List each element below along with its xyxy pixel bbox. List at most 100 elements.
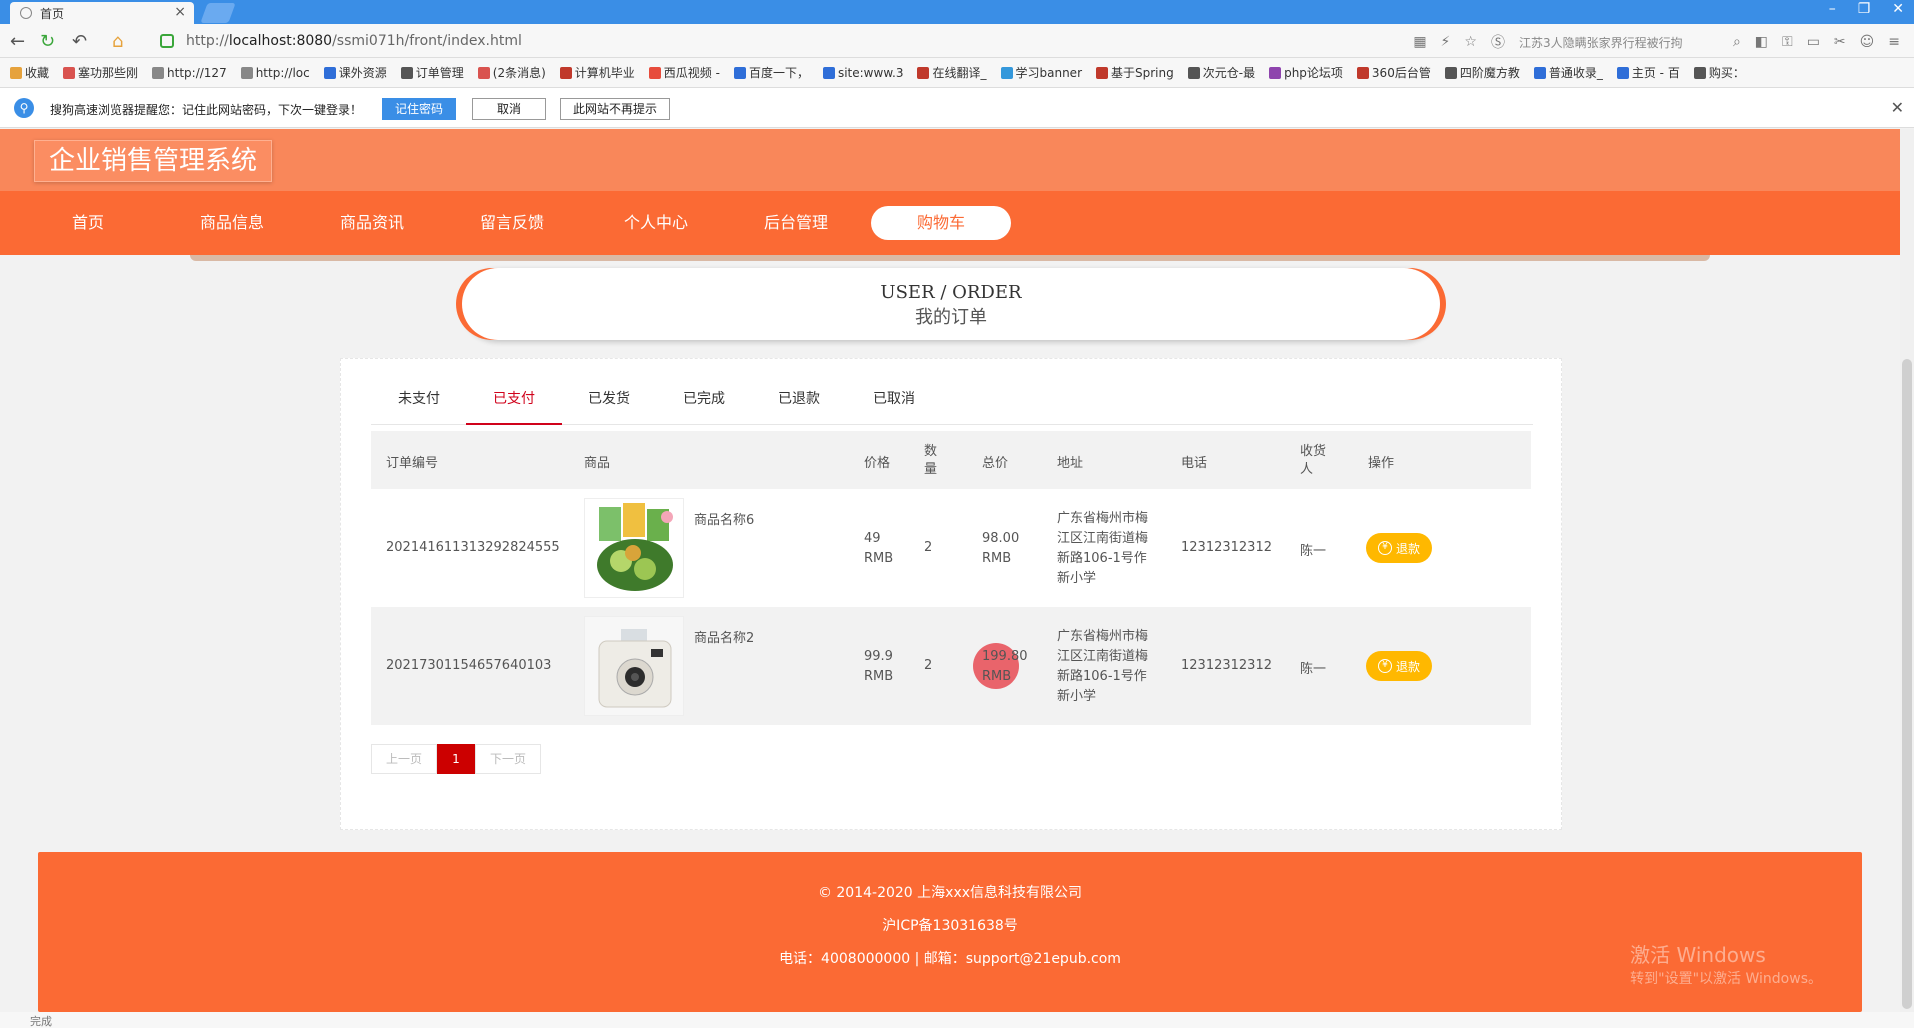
emoji-icon[interactable]: ☺ [1860,34,1875,50]
password-bar-text: 搜狗高速浏览器提醒您：记住此网站密码，下次一键登录！ [50,103,363,117]
bookmark-item[interactable]: 四阶魔方教 [1444,64,1520,81]
menu-icon[interactable]: ≡ [1888,34,1900,50]
prev-page-button[interactable]: 上一页 [371,744,437,774]
browser-tab[interactable]: 首页 × [10,2,194,24]
nav-item[interactable]: 商品信息 [182,191,282,255]
product-name[interactable]: 商品名称6 [694,509,754,528]
header-address: 地址 [1057,456,1084,471]
search-engine-icon[interactable]: Ⓢ [1491,32,1505,52]
bookmark-item[interactable]: (2条消息) [477,64,546,81]
order-tab[interactable]: 已支付 [466,373,562,425]
star-icon[interactable]: ☆ [1464,34,1477,50]
product-image-snack[interactable] [584,498,684,598]
bookmark-item[interactable]: 百度一下， [733,64,809,81]
bookmark-item[interactable]: 收藏 [10,64,49,81]
nav-item[interactable]: 商品资讯 [322,191,422,255]
remember-password-button[interactable]: 记住密码 [382,98,456,120]
order-tab[interactable]: 已完成 [656,373,752,425]
bookmark-icon [1000,66,1013,79]
nav-item[interactable]: 购物车 [871,206,1011,240]
bookmark-item[interactable]: 塞功那些刚 [63,64,138,81]
back-icon[interactable]: ← [10,31,25,52]
bookmark-item[interactable]: 次元仓-最 [1187,64,1255,81]
scroll-thumb[interactable] [1902,359,1912,1009]
total-price: 98.00 RMB [982,531,1020,566]
order-tab[interactable]: 已退款 [751,373,847,425]
phone: 12312312312 [1181,658,1272,673]
new-tab-button[interactable] [200,3,236,23]
bookmark-icon [822,66,835,79]
nav-item[interactable]: 留言反馈 [462,191,562,255]
refund-button[interactable]: ¥ 退款 [1366,533,1432,563]
secure-shield-icon [160,34,174,48]
page-1-button[interactable]: 1 [437,744,475,774]
close-tab-icon[interactable]: × [174,4,186,20]
home-icon[interactable]: ⌂ [112,31,123,52]
undo-icon[interactable]: ↶ [72,31,87,52]
price: 99.9 RMB [864,649,894,684]
copyright-text: © 2014-2020 上海xxx信息科技有限公司 [817,885,1083,901]
close-icon[interactable]: ✕ [1891,98,1904,117]
search-input[interactable]: 江苏3人隐瞒张家界行程被行拘 [1519,34,1719,51]
refund-button[interactable]: ¥ 退款 [1366,651,1432,681]
extension-icon[interactable]: ◧ [1755,34,1768,50]
page-icon [20,7,32,19]
status-text: 完成 [30,1015,52,1028]
bookmark-item[interactable]: 主页 - 百 [1616,64,1680,81]
minimize-icon[interactable]: – [1829,1,1836,17]
header-qty: 数量 [924,444,938,477]
quantity: 2 [924,658,933,673]
restore-icon[interactable]: ❐ [1858,1,1871,17]
bookmark-item[interactable]: 购买： [1693,64,1745,81]
bookmark-item[interactable]: 360后台管 [1356,64,1431,81]
product-image-camera[interactable] [584,616,684,716]
next-page-button[interactable]: 下一页 [475,744,541,774]
bookmark-item[interactable]: 西瓜视频 - [648,64,720,81]
page-scrollbar[interactable] [1900,129,1914,1012]
order-tab[interactable]: 未支付 [371,373,467,425]
bookmark-item[interactable]: 课外资源 [323,64,387,81]
nav-item[interactable]: 首页 [42,191,134,255]
bookmark-item[interactable]: 基于Spring [1096,64,1174,81]
order-tab[interactable]: 已取消 [846,373,942,425]
orders-table: 订单编号 商品 价格 数量 总价 地址 电话 收货人 操作 2021416113… [371,431,1531,725]
bookmark-item[interactable]: http://loc [240,66,310,80]
bookmark-item[interactable]: 在线翻译_ [917,64,987,81]
bookmark-item[interactable]: site:www.3 [822,66,903,80]
yen-icon: ¥ [1377,659,1392,673]
header-phone: 电话 [1181,456,1208,471]
close-window-icon[interactable]: ✕ [1892,1,1904,17]
screen-icon[interactable]: ▭ [1807,34,1820,50]
bookmark-item[interactable]: 订单管理 [400,64,464,81]
qr-icon[interactable]: ▦ [1413,34,1426,50]
bookmark-icon [1096,66,1108,79]
refresh-icon[interactable]: ↻ [40,31,55,52]
site-logo[interactable]: 企业销售管理系统 [34,140,273,182]
bookmark-item[interactable]: php论坛项 [1269,64,1343,81]
bookmark-icon [1616,66,1629,79]
bookmark-item[interactable]: 普通收录_ [1533,64,1603,81]
bookmark-item[interactable]: 学习banner [1000,64,1082,81]
never-show-button[interactable]: 此网站不再提示 [560,98,670,120]
bookmark-icon [152,66,165,79]
nav-item[interactable]: 个人中心 [602,191,710,255]
scissors-icon[interactable]: ✂ [1834,34,1846,50]
product-name[interactable]: 商品名称2 [694,627,754,646]
bolt-icon[interactable]: ⚡ [1441,34,1451,50]
key-icon[interactable]: ⚿ [1782,34,1793,50]
window-controls: – ❐ ✕ [1829,1,1904,17]
bookmark-item[interactable]: 计算机毕业 [559,64,635,81]
search-icon[interactable]: ⌕ [1733,34,1741,50]
address: 广东省梅州市梅江区江南街道梅新路106-1号作新小学 [1057,629,1149,704]
bookmark-icon [240,66,253,79]
main-nav: 首页 商品信息 商品资讯 留言反馈 个人中心 后台管理 购物车 [0,191,1900,255]
nav-item[interactable]: 后台管理 [742,191,850,255]
order-tab[interactable]: 已发货 [561,373,657,425]
header-receiver: 收货人 [1300,444,1327,477]
bookmark-item[interactable]: http://127 [152,66,227,80]
address-bar: ← ↻ ↶ ⌂ http://localhost:8080/ssmi071h/f… [0,24,1914,58]
cancel-button[interactable]: 取消 [472,98,546,120]
table-header: 订单编号 商品 价格 数量 总价 地址 电话 收货人 操作 [371,431,1531,489]
receiver: 陈一 [1300,544,1327,559]
url-input[interactable]: http://localhost:8080/ssmi071h/front/ind… [186,33,522,49]
